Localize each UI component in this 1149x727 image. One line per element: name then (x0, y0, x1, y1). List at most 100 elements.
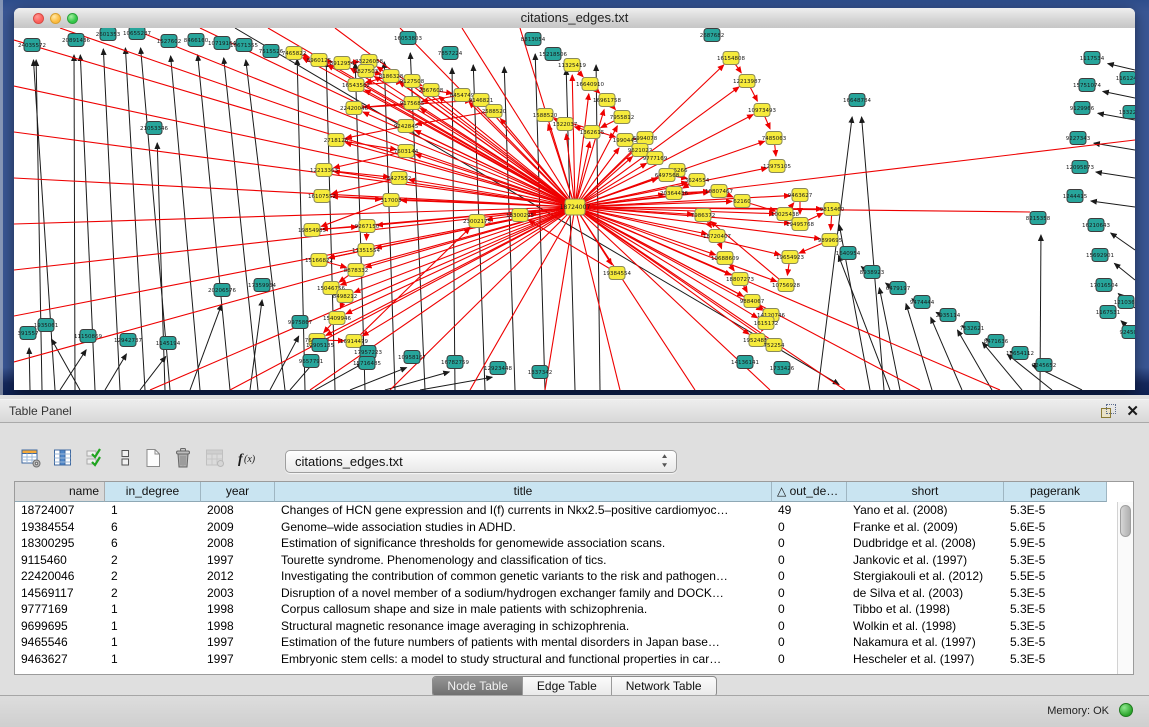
table-cell: 1 (105, 601, 201, 618)
table-cell: de Silva et al. (2003) (847, 585, 1004, 602)
table-cell: 5.3E-5 (1004, 585, 1107, 602)
svg-text:17359934: 17359934 (248, 283, 276, 289)
table-cell: 49 (772, 502, 847, 519)
table-cell: 0 (772, 634, 847, 651)
table-select-dropdown[interactable]: citations_edges.txt ▲▼ (285, 450, 677, 473)
svg-text:19854985: 19854985 (298, 228, 326, 234)
new-table-button[interactable] (140, 445, 166, 473)
table-cell: Tourette syndrome. Phenomenology and cla… (275, 552, 772, 569)
select-rows-button[interactable] (82, 445, 108, 473)
network-window-titlebar[interactable]: citations_edges.txt (14, 8, 1135, 29)
table-row[interactable]: 946554611997Estimation of the future num… (15, 634, 1133, 651)
scrollbar-thumb[interactable] (1120, 505, 1131, 537)
function-builder-button[interactable]: f (x) (236, 445, 262, 473)
table-cell: 5.3E-5 (1004, 634, 1107, 651)
table-cell: 0 (772, 568, 847, 585)
column-header-name[interactable]: name (15, 482, 105, 502)
table-cell: Hescheler et al. (1997) (847, 651, 1004, 668)
table-cell: Dudbridge et al. (2008) (847, 535, 1004, 552)
table-cell: Disruption of a novel member of a sodium… (275, 585, 772, 602)
svg-text:10807467: 10807467 (705, 189, 733, 195)
svg-text:1337342: 1337342 (528, 370, 553, 376)
desktop-left-edge (0, 0, 3, 395)
merge-rows-button[interactable] (112, 445, 138, 473)
vertical-scrollbar[interactable] (1117, 502, 1133, 674)
delete-table-button[interactable] (170, 445, 196, 473)
column-header-year[interactable]: year (201, 482, 275, 502)
svg-text:924502: 924502 (1120, 330, 1136, 336)
table-cell: 14569117 (15, 585, 105, 602)
table-row[interactable]: 911546021997Tourette syndrome. Phenomeno… (15, 552, 1133, 569)
table-cell: 1 (105, 502, 201, 519)
svg-text:1527602: 1527602 (157, 39, 182, 45)
table-cell: 0 (772, 535, 847, 552)
svg-text:10655287: 10655287 (123, 31, 151, 37)
svg-text:6479197: 6479197 (886, 286, 911, 292)
svg-text:16640910: 16640910 (576, 82, 604, 88)
column-header-short[interactable]: short (847, 482, 1004, 502)
svg-text:9267150: 9267150 (355, 224, 380, 230)
column-header-title[interactable]: title (275, 482, 772, 502)
citation-network-graph[interactable]: 7465822896012589129542322605898275038186… (14, 28, 1135, 390)
insert-column-button[interactable] (50, 445, 76, 473)
svg-text:1332205: 1332205 (1119, 110, 1135, 116)
svg-text:6994078: 6994078 (633, 136, 658, 142)
network-canvas[interactable]: 7465822896012589129542322605898275038186… (14, 28, 1135, 390)
svg-text:12975105: 12975105 (763, 164, 791, 170)
memory-ok-indicator (1119, 703, 1133, 717)
svg-text:10973493: 10973493 (748, 108, 776, 114)
svg-text:9975867: 9975867 (288, 320, 313, 326)
svg-text:12095873: 12095873 (1066, 165, 1094, 171)
column-header-in_degree[interactable]: in_degree (105, 482, 201, 502)
svg-text:11351554: 11351554 (352, 248, 380, 254)
table-cell: 18724007 (15, 502, 105, 519)
table-row[interactable]: 1830029562008Estimation of significance … (15, 535, 1133, 552)
svg-text:9127508: 9127508 (400, 79, 425, 85)
table-row[interactable]: 1456911722003Disruption of a novel membe… (15, 585, 1133, 602)
svg-text:12942737: 12942737 (114, 338, 142, 344)
svg-text:1210365: 1210365 (1114, 300, 1135, 306)
table-row[interactable]: 946362711997Embryonic stem cells: a mode… (15, 651, 1133, 668)
float-panel-icon[interactable] (1101, 404, 1115, 418)
import-table-button[interactable] (202, 445, 228, 473)
table-select-value: citations_edges.txt (295, 454, 403, 469)
table-cell: 2008 (201, 535, 275, 552)
table-row[interactable]: 1938455462009Genome–wide association stu… (15, 519, 1133, 536)
column-header-pagerank[interactable]: pagerank (1004, 482, 1107, 502)
table-cell: 0 (772, 651, 847, 668)
svg-text:16782759: 16782759 (441, 360, 469, 366)
tab-edge-table[interactable]: Edge Table (523, 677, 612, 696)
svg-text:1117534: 1117534 (1080, 56, 1105, 62)
svg-text:8938923: 8938923 (860, 270, 885, 276)
table-panel-titlebar: Table Panel ✕ (0, 399, 1149, 423)
tab-node-table[interactable]: Node Table (433, 677, 523, 696)
column-header-out_de[interactable]: △ out_de… (772, 482, 847, 502)
trash-icon (172, 447, 194, 469)
table-cell: 5.3E-5 (1004, 552, 1107, 569)
node-attribute-table[interactable]: namein_degreeyeartitle△ out_de…shortpage… (14, 481, 1134, 675)
table-cell: 5.3E-5 (1004, 618, 1107, 635)
table-cell: 2008 (201, 502, 275, 519)
table-panel: Table Panel ✕ (0, 395, 1149, 727)
table-cell: 0 (772, 552, 847, 569)
tab-network-table[interactable]: Network Table (612, 677, 716, 696)
table-row[interactable]: 969969511998Structural magnetic resonanc… (15, 618, 1133, 635)
svg-text:7857224: 7857224 (438, 51, 463, 57)
svg-text:1615172: 1615172 (754, 321, 779, 327)
table-cell: 1997 (201, 634, 275, 651)
memory-status-label: Memory: OK (1047, 705, 1109, 717)
table-cell: Structural magnetic resonance image aver… (275, 618, 772, 635)
svg-text:7603144: 7603144 (394, 149, 419, 155)
table-row[interactable]: 1872400712008Changes of HCN gene express… (15, 502, 1133, 519)
table-row[interactable]: 977716911998Corpus callosum shape and si… (15, 601, 1133, 618)
svg-text:16053803: 16053803 (394, 36, 422, 42)
svg-text:9242845: 9242845 (394, 124, 419, 130)
svg-text:2935114: 2935114 (936, 313, 961, 319)
table-browser-button[interactable] (18, 445, 44, 473)
table-row[interactable]: 2242004622012Investigating the contribut… (15, 568, 1133, 585)
svg-text:9146821: 9146821 (469, 98, 494, 104)
table-cell: Nakamura et al. (1997) (847, 634, 1004, 651)
table-cell: 9465546 (15, 634, 105, 651)
network-window[interactable]: citations_edges.txt 74658228960125891295… (14, 8, 1135, 390)
close-panel-icon[interactable]: ✕ (1126, 401, 1139, 423)
